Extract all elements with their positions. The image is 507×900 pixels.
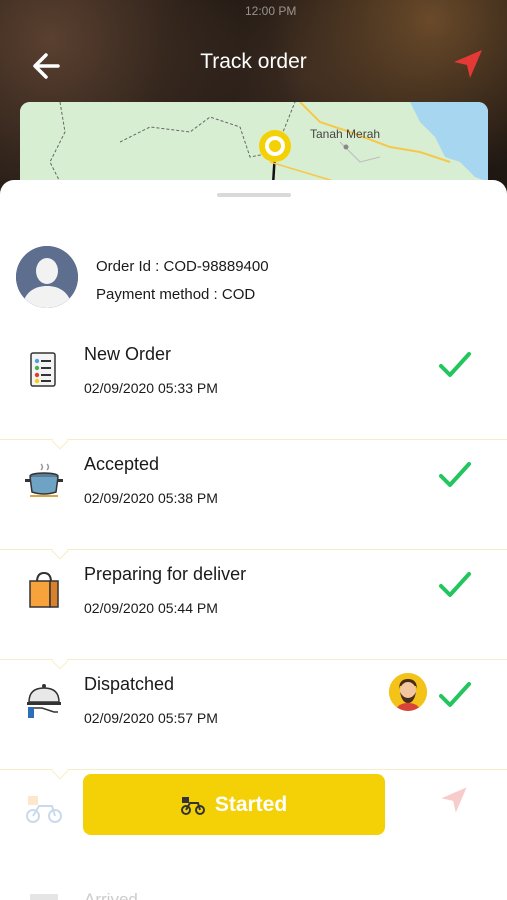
step-title: Preparing for deliver [84, 564, 247, 584]
divider [0, 769, 507, 770]
arrived-icon [30, 894, 58, 900]
page-title: Track order [200, 50, 307, 73]
step-title: New Order [84, 344, 172, 364]
check-icon [439, 352, 471, 377]
header: 12:00 PM Track order Tanah Merah [0, 0, 507, 200]
started-label: Started [214, 792, 288, 816]
cooking-pot-icon [25, 463, 63, 497]
status-time: 12:00 PM [245, 4, 297, 18]
started-button[interactable]: Started [83, 774, 385, 835]
map-place-label: Tanah Merah [310, 127, 381, 141]
status-step-new-order: New Order 02/09/2020 05:33 PM [0, 330, 507, 450]
check-icon [439, 572, 471, 597]
driver-face-icon [389, 673, 427, 711]
payment-method: Payment method : COD [96, 286, 256, 303]
step-time: 02/09/2020 05:33 PM [84, 380, 218, 396]
serving-cloche-icon [27, 684, 61, 718]
order-list-icon [30, 352, 56, 387]
step-title: Accepted [84, 454, 160, 474]
check-icon [439, 682, 471, 707]
order-sheet: Order Id : COD-98889400 Payment method :… [0, 180, 507, 900]
status-step-dispatched: Dispatched 02/09/2020 05:57 PM [0, 660, 507, 780]
arrived-step-title: Arrived [84, 890, 138, 900]
scooter-icon [180, 796, 205, 815]
customer-avatar [16, 246, 78, 308]
driver-avatar[interactable] [389, 673, 427, 711]
navigation-arrow-icon [454, 50, 482, 78]
step-time: 02/09/2020 05:38 PM [84, 490, 218, 506]
navigation-arrow-icon[interactable] [436, 782, 472, 818]
status-step-accepted: Accepted 02/09/2020 05:38 PM [0, 440, 507, 560]
status-bar: 12:00 PM [20, 4, 487, 20]
divider-notch [51, 762, 69, 780]
check-icon [439, 462, 471, 487]
status-step-preparing: Preparing for deliver 02/09/2020 05:44 P… [0, 550, 507, 670]
step-time: 02/09/2020 05:44 PM [84, 600, 218, 616]
sheet-drag-handle[interactable] [217, 193, 291, 197]
user-icon [16, 246, 78, 308]
delivery-scooter-icon [26, 796, 62, 823]
step-time: 02/09/2020 05:57 PM [84, 710, 218, 726]
navigate-button[interactable] [448, 44, 488, 84]
order-id: Order Id : COD-98889400 [96, 258, 269, 275]
shopping-bag-icon [29, 571, 59, 608]
step-title: Dispatched [84, 674, 175, 694]
